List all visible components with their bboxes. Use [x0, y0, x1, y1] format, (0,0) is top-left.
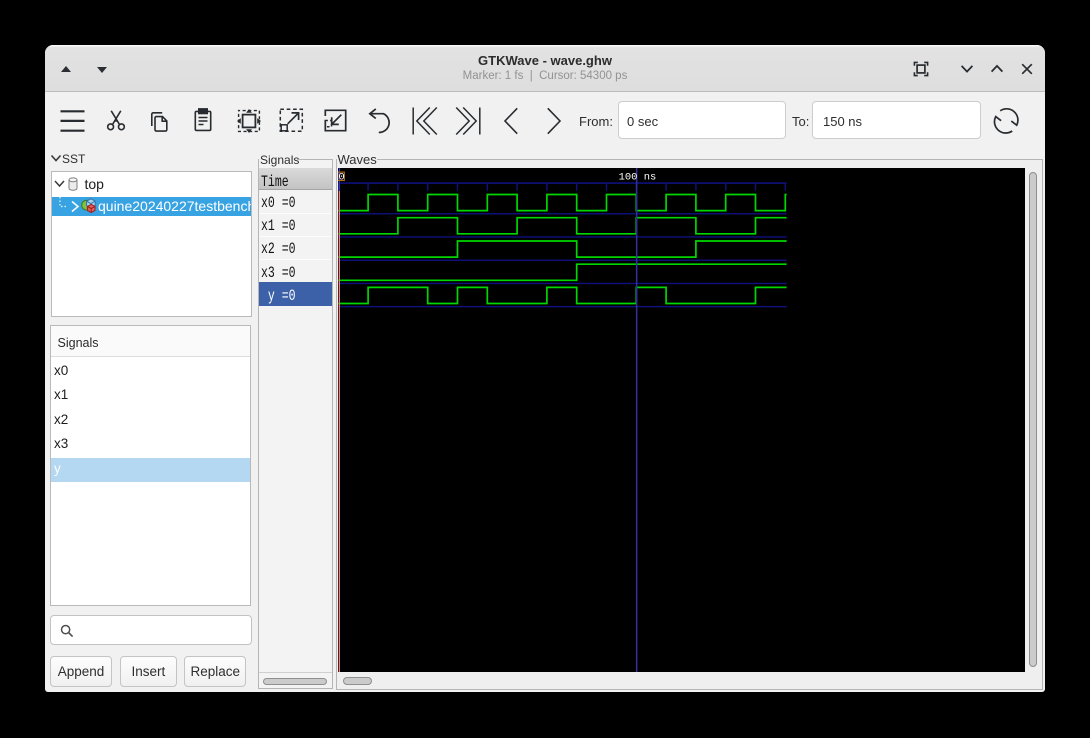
- svg-text:0: 0: [338, 171, 344, 183]
- svg-text:100 ns: 100 ns: [618, 171, 656, 183]
